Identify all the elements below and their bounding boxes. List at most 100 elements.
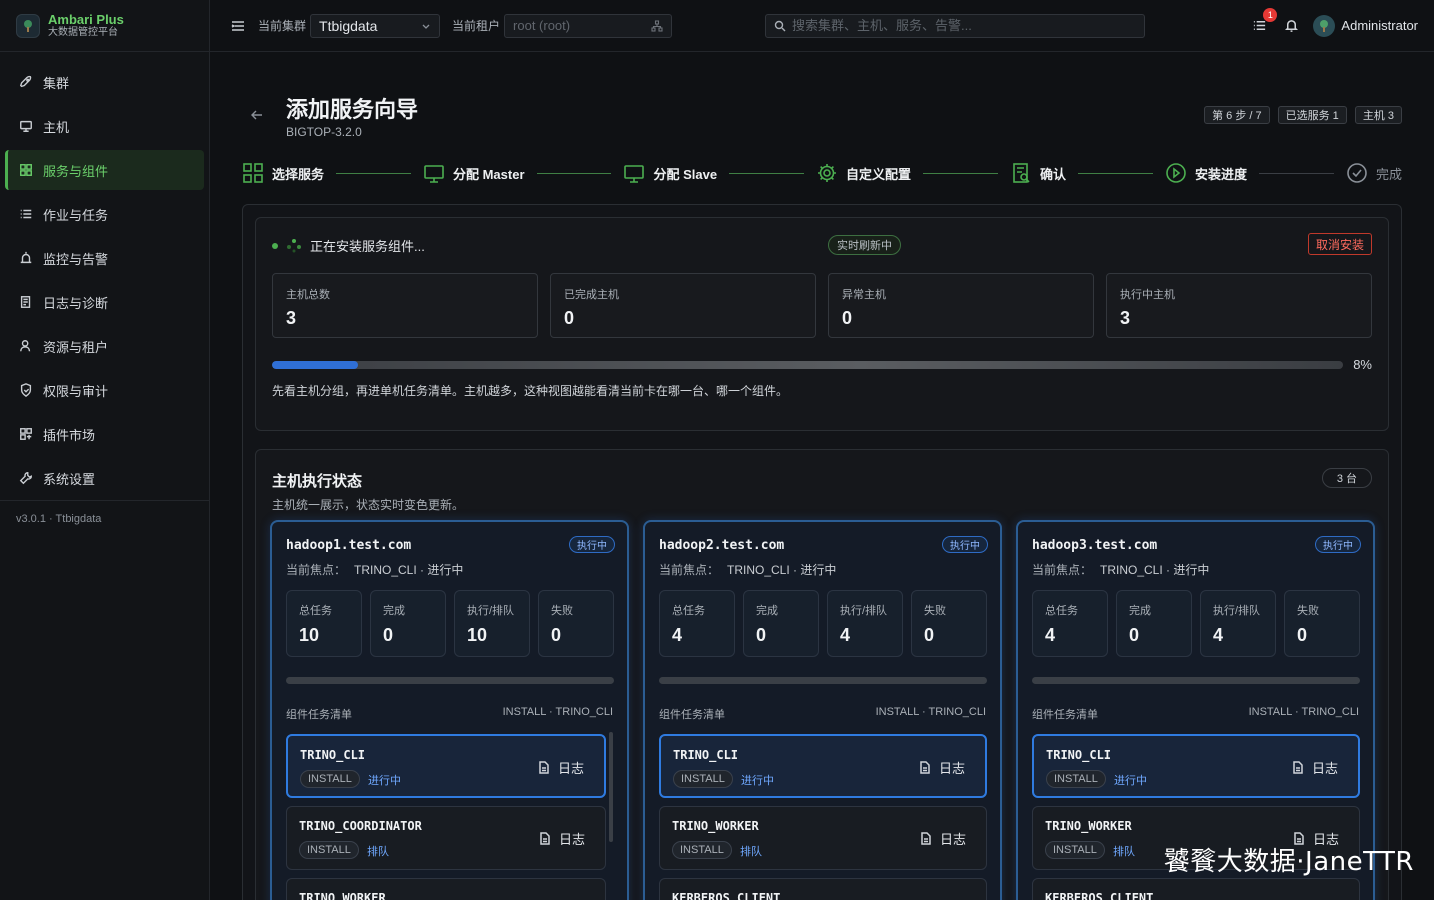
task-name: TRINO_CLI: [300, 748, 366, 762]
host-count-chip: 3 台: [1321, 468, 1372, 488]
sidebar-item-label: 资源与租户: [43, 339, 109, 355]
global-search[interactable]: [765, 13, 1145, 38]
task-list-button[interactable]: 1: [1249, 7, 1278, 36]
sidebar-item-label: 主机: [43, 119, 70, 135]
wrench-icon: [19, 472, 32, 485]
host-stat-value: 4: [840, 625, 851, 645]
view-log-button[interactable]: 日志: [1291, 758, 1338, 777]
host-card[interactable]: hadoop2.test.com 执行中 当前焦点： TRINO_CLI · 进行中总…: [643, 520, 1002, 900]
step-assign-master[interactable]: 分配 Master: [423, 162, 525, 184]
host-stat-value: 4: [672, 625, 683, 645]
host-stat: 总任务 4: [1032, 590, 1108, 657]
sidebar: Ambari Plus 大数据管控平台 集群 主机 服务与组件 作业与任务 监控…: [0, 0, 210, 900]
tenant-value: root (root): [513, 18, 571, 33]
sidebar-item-settings[interactable]: 系统设置: [5, 458, 204, 498]
brand[interactable]: Ambari Plus 大数据管控平台: [0, 0, 209, 52]
step-label: 安装进度: [1195, 166, 1248, 182]
watermark: 饕餮大数据·JaneTTR: [1163, 847, 1414, 877]
view-log-button[interactable]: 日志: [538, 829, 585, 848]
rocket-icon: [19, 75, 32, 88]
notification-badge: 1: [1263, 7, 1278, 22]
task-row[interactable]: TRINO_CLI INSTALL 进行中 日志: [659, 734, 987, 798]
task-row[interactable]: KERBEROS_CLIENTINSTALL排队日志: [659, 878, 987, 900]
sidebar-item-monitoring[interactable]: 监控与告警: [5, 238, 204, 278]
sidebar-item-jobs[interactable]: 作业与任务: [5, 194, 204, 234]
host-stat: 完成 0: [370, 590, 446, 657]
task-name: TRINO_CLI: [673, 748, 739, 762]
task-row[interactable]: TRINO_CLI INSTALL 进行中 日志: [1032, 734, 1360, 798]
task-list-label: 组件任务清单: [1032, 709, 1098, 721]
users-icon: [20, 340, 31, 352]
install-hint: 先看主机分组，再进单机任务清单。主机越多，这种视图越能看清当前卡在哪一台、哪一个…: [272, 384, 789, 398]
task-state: 进行中: [1114, 775, 1147, 787]
task-state: 进行中: [368, 775, 401, 787]
sidebar-item-logs[interactable]: 日志与诊断: [5, 282, 204, 322]
task-state: 进行中: [741, 775, 774, 787]
host-stat-label: 失败: [1297, 605, 1319, 617]
step-connector: [536, 172, 612, 174]
stat-completed-hosts: 已完成主机 0: [550, 273, 816, 338]
cancel-install-button[interactable]: 取消安装: [1307, 233, 1372, 255]
bell-button[interactable]: [1281, 16, 1301, 36]
sidebar-item-clusters[interactable]: 集群: [5, 62, 204, 102]
chevron-down-icon: [422, 24, 430, 29]
sidebar-item-permissions[interactable]: 权限与审计: [5, 370, 204, 410]
tenant-select[interactable]: root (root): [504, 13, 673, 38]
host-stat-label: 执行/排队: [840, 605, 888, 617]
sidebar-item-label: 系统设置: [43, 471, 96, 487]
avatar[interactable]: [1313, 14, 1336, 37]
task-row[interactable]: TRINO_CLI INSTALL 进行中 日志: [286, 734, 606, 798]
user-name[interactable]: Administrator: [1341, 18, 1418, 33]
search-input[interactable]: [792, 18, 1132, 33]
task-state: 排队: [367, 846, 389, 858]
sidebar-item-services[interactable]: 服务与组件: [5, 150, 204, 190]
step-select-services[interactable]: 选择服务: [242, 162, 324, 184]
host-stat: 总任务 10: [286, 590, 362, 657]
sidebar-item-hosts[interactable]: 主机: [5, 106, 204, 146]
host-name: hadoop1.test.com: [286, 538, 412, 553]
host-name: hadoop2.test.com: [659, 538, 785, 553]
cluster-select[interactable]: Ttbigdata: [310, 13, 441, 38]
step-install-progress[interactable]: 安装进度: [1165, 162, 1247, 184]
step-customize-config[interactable]: 自定义配置: [816, 162, 911, 184]
view-log-button[interactable]: 日志: [918, 758, 965, 777]
sidebar-item-plugins[interactable]: 插件市场: [5, 414, 204, 454]
view-log-button[interactable]: 日志: [537, 758, 584, 777]
document-icon: [1293, 761, 1303, 774]
host-stat-label: 执行/排队: [1213, 605, 1261, 617]
task-list-current: INSTALL · TRINO_CLI: [502, 706, 613, 718]
log-label: 日志: [1311, 761, 1338, 776]
host-stat-label: 总任务: [672, 605, 705, 617]
sidebar-item-resources[interactable]: 资源与租户: [5, 326, 204, 366]
task-row[interactable]: TRINO_COORDINATOR INSTALL 排队 日志: [286, 806, 606, 870]
step-finish[interactable]: 完成: [1346, 162, 1402, 184]
step-assign-slave[interactable]: 分配 Slave: [623, 162, 717, 184]
task-row[interactable]: TRINO_WORKERINSTALL排队日志: [286, 878, 606, 900]
document-icon: [540, 832, 550, 845]
back-arrow-icon[interactable]: [250, 108, 264, 122]
focus-value: TRINO_CLI · 进行中: [354, 563, 464, 577]
log-label: 日志: [558, 832, 585, 847]
host-stat: 完成 0: [743, 590, 819, 657]
host-status-badge: 执行中: [1315, 536, 1361, 553]
document-icon: [920, 761, 930, 774]
view-log-button[interactable]: 日志: [919, 829, 966, 848]
plugin-icon: [20, 428, 32, 440]
task-list-label: 组件任务清单: [659, 709, 725, 721]
bell-icon: [1284, 20, 1298, 32]
host-focus: 当前焦点： TRINO_CLI · 进行中: [286, 561, 463, 578]
task-name: TRINO_WORKER: [1045, 819, 1132, 833]
host-card[interactable]: hadoop1.test.com 执行中 当前焦点： TRINO_CLI · 进行中总…: [270, 520, 629, 900]
task-row[interactable]: TRINO_WORKERINSTALL排队日志: [659, 806, 987, 870]
stat-label: 已完成主机: [564, 289, 619, 301]
tree-icon: [1320, 19, 1329, 32]
task-list-scrollbar[interactable]: [609, 732, 613, 842]
task-name: KERBEROS_CLIENT: [672, 891, 781, 900]
host-stat-label: 完成: [756, 605, 778, 617]
host-stat: 执行/排队 4: [827, 590, 903, 657]
stat-value: 0: [842, 308, 853, 328]
task-row[interactable]: KERBEROS_CLIENTINSTALL排队日志: [1032, 878, 1360, 900]
host-stat: 失败 0: [911, 590, 987, 657]
menu-icon[interactable]: [230, 18, 246, 34]
step-confirm[interactable]: 确认: [1010, 162, 1066, 184]
